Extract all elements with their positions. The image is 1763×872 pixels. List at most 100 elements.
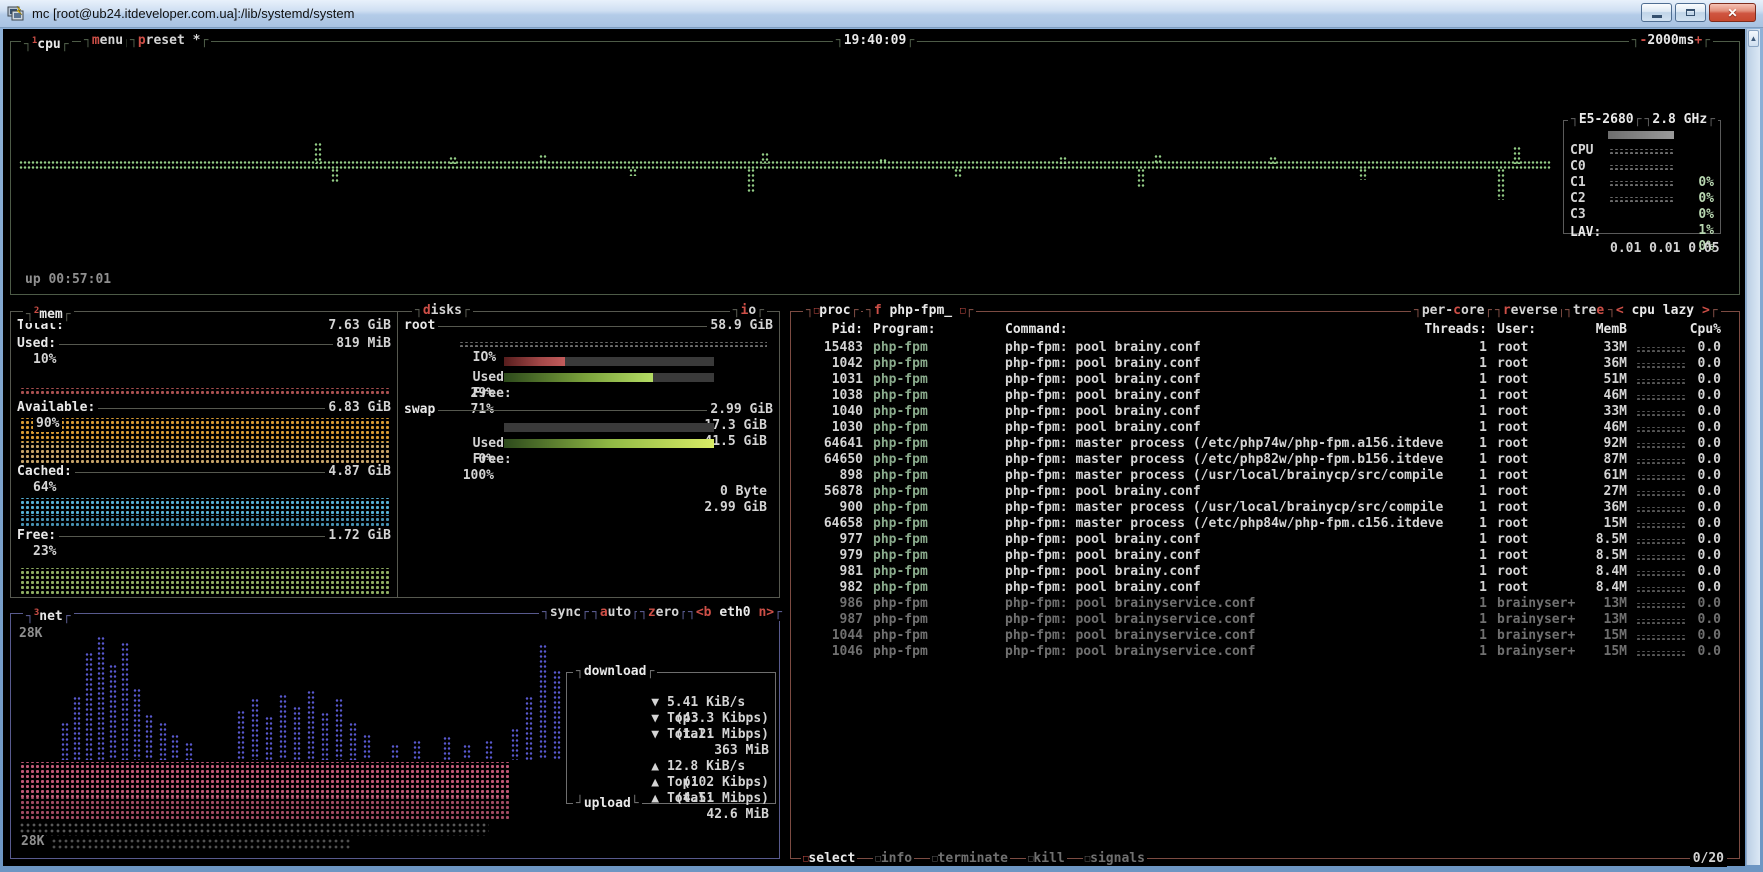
per-core-button[interactable]: per-core	[1411, 303, 1495, 319]
program-cell: php-fpm	[873, 644, 928, 660]
net-idle-graph	[19, 822, 489, 836]
cstate-meter-row: C0 0%	[1570, 143, 1714, 159]
process-filter[interactable]: f php-fpm_ □	[863, 303, 976, 319]
cpu-cell: 0.0	[1649, 612, 1721, 628]
mem-cell: 46M	[1543, 420, 1627, 436]
pid-cell: 900	[805, 500, 863, 516]
terminate-button[interactable]: □terminate	[930, 851, 1010, 866]
kill-button[interactable]: □kill	[1026, 851, 1067, 866]
scrollbar[interactable]: ▲	[1746, 29, 1760, 865]
filter-close-icon[interactable]: □	[960, 306, 965, 316]
mem-cell: 13M	[1543, 612, 1627, 628]
process-row[interactable]: 56878 php-fpm php-fpm: pool brainy.conf …	[797, 484, 1733, 500]
scroll-up-button[interactable]: ▲	[1748, 30, 1759, 47]
maximize-icon	[1686, 9, 1695, 16]
graph-spike	[133, 688, 141, 760]
graph-spike	[1137, 168, 1145, 188]
graph-spike	[331, 168, 339, 182]
pid-cell: 1042	[805, 356, 863, 372]
close-button[interactable]: ✕	[1709, 3, 1756, 22]
process-row[interactable]: 982 php-fpm php-fpm: pool brainy.conf 1 …	[797, 580, 1733, 596]
cpu-cell: 0.0	[1649, 436, 1721, 452]
graph-spike	[539, 644, 547, 760]
sync-button[interactable]: sync	[539, 605, 592, 621]
interval-increase-button[interactable]: +	[1694, 33, 1702, 48]
cstate-meter-dots	[1608, 197, 1674, 202]
graph-spike	[1359, 168, 1367, 180]
graph-spike	[553, 670, 561, 760]
preset-button[interactable]: preset *	[127, 33, 211, 49]
cstate-meter-dots	[1608, 165, 1674, 170]
meter-value: 1%	[1698, 223, 1714, 239]
info-button[interactable]: □info	[873, 851, 914, 866]
user-cell: root	[1497, 436, 1528, 452]
process-row[interactable]: 1040 php-fpm php-fpm: pool brainy.conf 1…	[797, 404, 1733, 420]
command-cell: php-fpm: master process (/etc/php84w/php…	[1005, 516, 1443, 532]
user-cell: root	[1497, 580, 1528, 596]
process-row[interactable]: 979 php-fpm php-fpm: pool brainy.conf 1 …	[797, 548, 1733, 564]
process-row[interactable]: 1031 php-fpm php-fpm: pool brainy.conf 1…	[797, 372, 1733, 388]
pid-cell: 977	[805, 532, 863, 548]
pid-cell: 1031	[805, 372, 863, 388]
command-cell: php-fpm: pool brainy.conf	[1005, 340, 1201, 356]
user-cell: root	[1497, 532, 1528, 548]
process-row[interactable]: 1030 php-fpm php-fpm: pool brainy.conf 1…	[797, 420, 1733, 436]
process-row[interactable]: 981 php-fpm php-fpm: pool brainy.conf 1 …	[797, 564, 1733, 580]
disk-name: root	[404, 318, 435, 334]
command-cell: php-fpm: pool brainy.conf	[1005, 580, 1201, 596]
process-row[interactable]: 64641 php-fpm php-fpm: master process (/…	[797, 436, 1733, 452]
disk-swap-row: swap2.99 GiB	[404, 402, 773, 418]
sort-next-button[interactable]: >	[1702, 303, 1710, 318]
command-cell: php-fpm: pool brainy.conf	[1005, 532, 1201, 548]
mem-cached-percent: 64%	[33, 480, 56, 496]
process-row[interactable]: 64658 php-fpm php-fpm: master process (/…	[797, 516, 1733, 532]
cpu-cell: 0.0	[1649, 340, 1721, 356]
cpu-cell: 0.0	[1649, 564, 1721, 580]
program-cell: php-fpm	[873, 500, 928, 516]
cpu-cell: 0.0	[1649, 516, 1721, 532]
minimize-button[interactable]	[1641, 3, 1672, 22]
process-row[interactable]: 15483 php-fpm php-fpm: pool brainy.conf …	[797, 340, 1733, 356]
graph-spike	[109, 664, 117, 760]
process-row[interactable]: 64650 php-fpm php-fpm: master process (/…	[797, 452, 1733, 468]
mem-cell: 8.5M	[1543, 548, 1627, 564]
command-cell: php-fpm: pool brainyservice.conf	[1005, 628, 1255, 644]
process-row[interactable]: 987 php-fpm php-fpm: pool brainyservice.…	[797, 612, 1733, 628]
mem-available-value: 6.83 GiB	[328, 400, 391, 416]
select-button[interactable]: □select	[801, 851, 857, 866]
process-row[interactable]: 1042 php-fpm php-fpm: pool brainy.conf 1…	[797, 356, 1733, 372]
command-cell: php-fpm: pool brainy.conf	[1005, 420, 1201, 436]
interface-prev-button[interactable]: <b	[696, 605, 712, 620]
proc-panel-title: □proc	[803, 303, 861, 319]
auto-button[interactable]: auto	[589, 605, 642, 621]
reverse-button[interactable]: reverse	[1492, 303, 1568, 319]
process-row[interactable]: 1038 php-fpm php-fpm: pool brainy.conf 1…	[797, 388, 1733, 404]
process-row[interactable]: 1044 php-fpm php-fpm: pool brainyservice…	[797, 628, 1733, 644]
interface-next-button[interactable]: n>	[758, 605, 774, 620]
process-row[interactable]: 898 php-fpm php-fpm: master process (/us…	[797, 468, 1733, 484]
pid-cell: 1044	[805, 628, 863, 644]
process-row[interactable]: 900 php-fpm php-fpm: master process (/us…	[797, 500, 1733, 516]
process-row[interactable]: 986 php-fpm php-fpm: pool brainyservice.…	[797, 596, 1733, 612]
cpu-cell: 0.0	[1649, 372, 1721, 388]
program-cell: php-fpm	[873, 436, 928, 452]
cstate-meter-row: C2 1%	[1570, 175, 1714, 191]
process-row[interactable]: 977 php-fpm php-fpm: pool brainy.conf 1 …	[797, 532, 1733, 548]
graph-spike	[335, 698, 343, 760]
cpu-cell: 0.0	[1649, 628, 1721, 644]
window-titlebar[interactable]: mc [root@ub24.itdeveloper.com.ua]:/lib/s…	[0, 0, 1763, 28]
maximize-button[interactable]	[1675, 3, 1706, 22]
mem-cell: 8.4M	[1543, 580, 1627, 596]
command-cell: php-fpm: pool brainy.conf	[1005, 388, 1201, 404]
disk-free-label: Free:	[473, 386, 512, 401]
command-cell: php-fpm: pool brainy.conf	[1005, 356, 1201, 372]
zero-button[interactable]: zero	[637, 605, 690, 621]
io-mode-button[interactable]: io	[730, 303, 767, 319]
pid-cell: 64650	[805, 452, 863, 468]
command-cell: php-fpm: pool brainy.conf	[1005, 404, 1201, 420]
signals-button[interactable]: □signals	[1083, 851, 1147, 866]
process-row[interactable]: 1046 php-fpm php-fpm: pool brainyservice…	[797, 644, 1733, 660]
program-cell: php-fpm	[873, 564, 928, 580]
sort-prev-button[interactable]: <	[1616, 303, 1624, 318]
load-average-label: LAV:	[1570, 225, 1601, 241]
